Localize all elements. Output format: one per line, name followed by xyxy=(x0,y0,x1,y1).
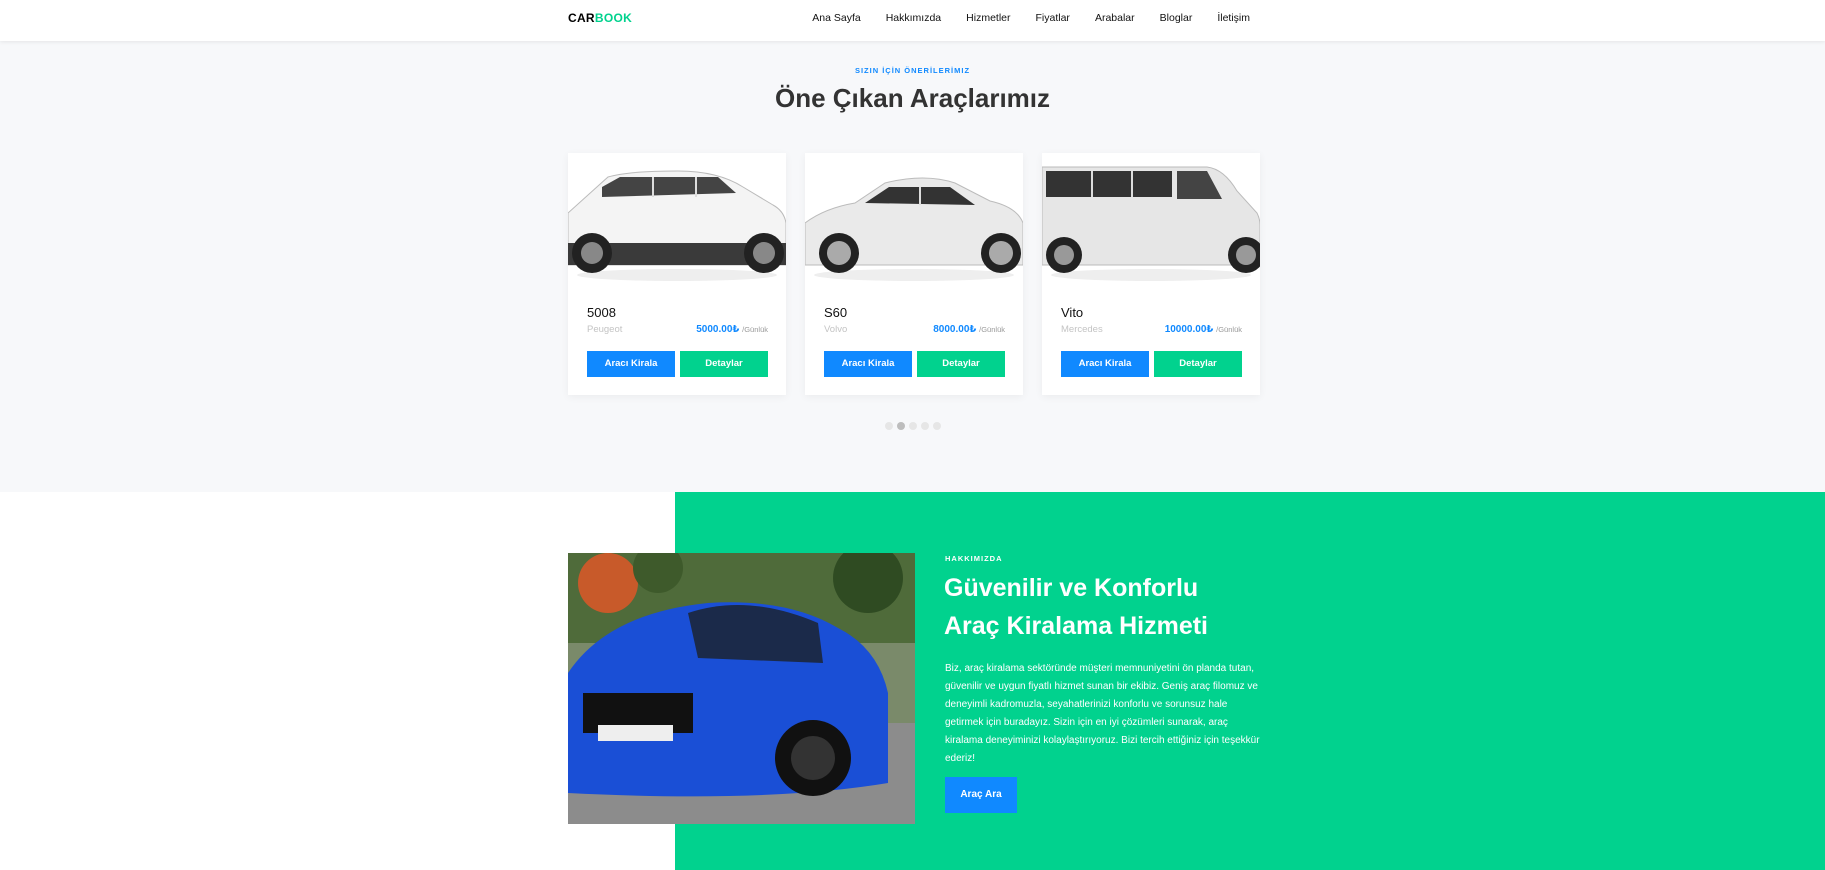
car-price: 8000.00₺ /Günlük xyxy=(933,324,1005,335)
nav-menu: Ana Sayfa Hakkımızda Hizmetler Fiyatlar … xyxy=(812,12,1250,24)
car-price: 10000.00₺ /Günlük xyxy=(1165,324,1242,335)
about-title: Güvenilir ve Konforlu Araç Kiralama Hizm… xyxy=(944,569,1274,645)
car-brand: Volvo xyxy=(824,324,848,335)
nav-item-pricing[interactable]: Fiyatlar xyxy=(1036,12,1070,24)
price-period: /Günlük xyxy=(742,325,768,334)
about-title-line1: Güvenilir ve Konforlu xyxy=(944,574,1199,602)
nav-item-contact[interactable]: İletişim xyxy=(1217,12,1250,24)
nav-item-cars[interactable]: Arabalar xyxy=(1095,12,1135,24)
car-name: 5008 xyxy=(587,305,616,320)
car-name: S60 xyxy=(824,305,848,320)
brand-part1: CAR xyxy=(568,11,595,25)
car-card: 5008 Peugeot 5000.00₺ /Günlük Aracı Kira… xyxy=(568,153,786,395)
car-details-button[interactable]: Detaylar xyxy=(680,351,768,377)
price-value: 10000.00₺ xyxy=(1164,324,1214,335)
car-carousel: 5008 Peugeot 5000.00₺ /Günlük Aracı Kira… xyxy=(568,153,1260,395)
rent-car-button[interactable]: Aracı Kirala xyxy=(587,351,675,377)
rent-car-button[interactable]: Aracı Kirala xyxy=(1061,351,1149,377)
about-title-line2: Araç Kiralama Hizmeti xyxy=(944,612,1209,640)
car-brand: Mercedes xyxy=(1061,324,1103,335)
carousel-dot[interactable] xyxy=(885,422,893,430)
featured-section: SIZIN İÇİN ÖNERİLERİMIZ Öne Çıkan Araçla… xyxy=(0,41,1825,492)
price-period: /Günlük xyxy=(1216,325,1242,334)
featured-subheading: SIZIN İÇİN ÖNERİLERİMIZ xyxy=(854,66,971,75)
carousel-dot[interactable] xyxy=(921,422,929,430)
car-price: 5000.00₺ /Günlük xyxy=(696,324,768,335)
car-name: Vito xyxy=(1061,305,1084,320)
brand-part2: BOOK xyxy=(594,11,633,25)
car-details-button[interactable]: Detaylar xyxy=(917,351,1005,377)
car-image-mercedes[interactable] xyxy=(1042,153,1260,286)
car-image-volvo[interactable] xyxy=(805,153,1023,286)
nav-item-services[interactable]: Hizmetler xyxy=(966,12,1010,24)
price-value: 5000.00₺ xyxy=(696,324,740,335)
brand-logo[interactable]: CARBOOK xyxy=(568,11,632,25)
car-details-button[interactable]: Detaylar xyxy=(1154,351,1242,377)
car-card: Vito Mercedes 10000.00₺ /Günlük Aracı Ki… xyxy=(1042,153,1260,395)
price-period: /Günlük xyxy=(979,325,1005,334)
nav-item-blog[interactable]: Bloglar xyxy=(1160,12,1193,24)
nav-item-home[interactable]: Ana Sayfa xyxy=(812,12,860,24)
price-value: 8000.00₺ xyxy=(933,324,977,335)
carousel-dots xyxy=(885,422,941,430)
search-car-button[interactable]: Araç Ara xyxy=(945,777,1017,813)
car-card: S60 Volvo 8000.00₺ /Günlük Aracı Kirala … xyxy=(805,153,1023,395)
navbar: CARBOOK Ana Sayfa Hakkımızda Hizmetler F… xyxy=(0,0,1825,41)
carousel-dot[interactable] xyxy=(909,422,917,430)
car-brand: Peugeot xyxy=(587,324,623,335)
about-subheading: HAKKIMIZDA xyxy=(945,554,1003,563)
rent-car-button[interactable]: Aracı Kirala xyxy=(824,351,912,377)
carousel-dot[interactable] xyxy=(933,422,941,430)
featured-heading: Öne Çıkan Araçlarımız xyxy=(774,83,1051,113)
about-description: Biz, araç kiralama sektöründe müşteri me… xyxy=(945,663,1260,764)
car-image-peugeot[interactable] xyxy=(568,153,786,286)
about-section: HAKKIMIZDA Güvenilir ve Konforlu Araç Ki… xyxy=(0,492,1825,870)
carousel-dot-active[interactable] xyxy=(897,422,905,430)
nav-item-about[interactable]: Hakkımızda xyxy=(886,12,941,24)
about-car-image xyxy=(568,553,915,824)
